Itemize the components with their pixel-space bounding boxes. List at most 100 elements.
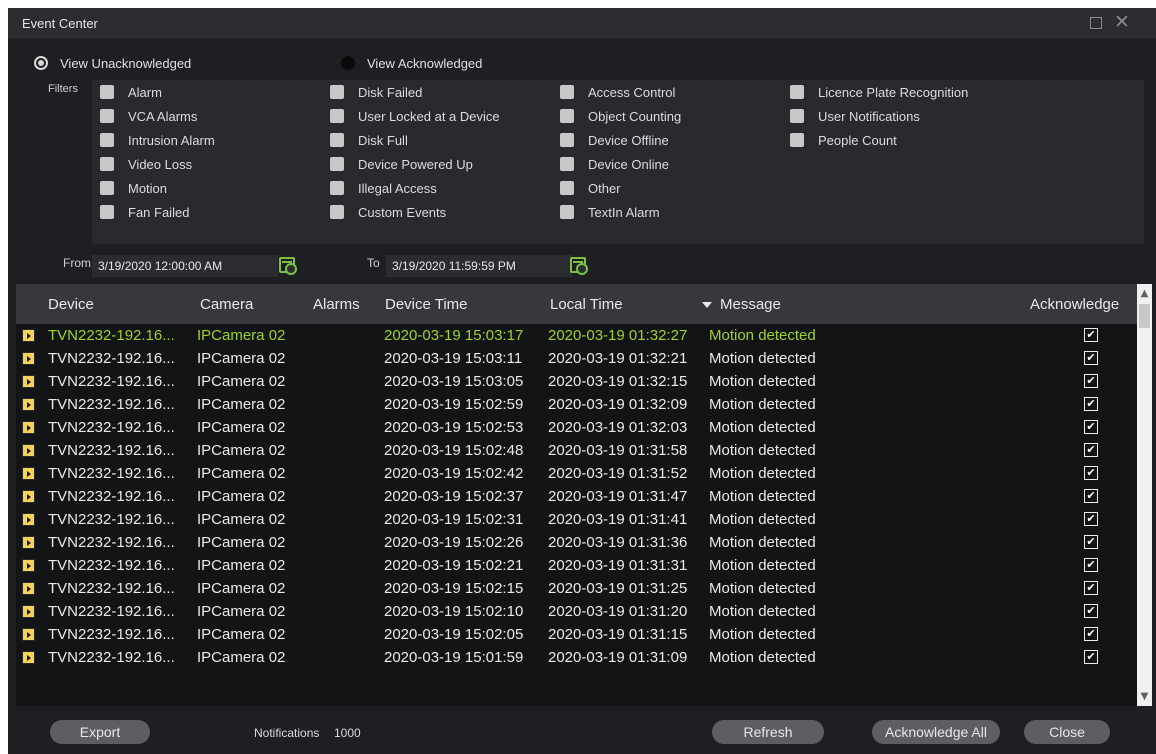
acknowledge-checkbox[interactable]: ✔	[1084, 512, 1098, 526]
filter-checkbox[interactable]	[790, 133, 804, 147]
table-row[interactable]: TVN2232-192.16... IPCamera 02 2020-03-19 1…	[16, 508, 1137, 531]
table-row[interactable]: TVN2232-192.16... IPCamera 02 2020-03-19 1…	[16, 600, 1137, 623]
acknowledge-checkbox[interactable]: ✔	[1084, 397, 1098, 411]
video-clip-icon[interactable]	[22, 536, 35, 549]
filter-option[interactable]: User Notifications	[790, 108, 920, 124]
filter-option[interactable]: Custom Events	[330, 204, 446, 220]
column-device[interactable]: Device	[48, 296, 94, 313]
filter-checkbox[interactable]	[330, 157, 344, 171]
acknowledge-checkbox[interactable]: ✔	[1084, 328, 1098, 342]
filter-option[interactable]: People Count	[790, 132, 897, 148]
filter-checkbox[interactable]	[100, 181, 114, 195]
filter-option[interactable]: Illegal Access	[330, 180, 437, 196]
filter-option[interactable]: Object Counting	[560, 108, 681, 124]
filter-checkbox[interactable]	[100, 157, 114, 171]
filter-option[interactable]: Disk Failed	[330, 84, 422, 100]
acknowledge-checkbox[interactable]: ✔	[1084, 420, 1098, 434]
table-row[interactable]: TVN2232-192.16... IPCamera 02 2020-03-19 1…	[16, 347, 1137, 370]
radio-unselected-icon[interactable]	[341, 56, 355, 70]
acknowledge-checkbox[interactable]: ✔	[1084, 466, 1098, 480]
view-acknowledged-option[interactable]: View Acknowledged	[341, 54, 482, 72]
acknowledge-checkbox[interactable]: ✔	[1084, 581, 1098, 595]
filter-checkbox[interactable]	[560, 85, 574, 99]
video-clip-icon[interactable]	[22, 329, 35, 342]
refresh-button[interactable]: Refresh	[712, 720, 824, 744]
acknowledge-checkbox[interactable]: ✔	[1084, 443, 1098, 457]
filter-option[interactable]: Video Loss	[100, 156, 192, 172]
filter-checkbox[interactable]	[790, 109, 804, 123]
filter-checkbox[interactable]	[560, 205, 574, 219]
filter-checkbox[interactable]	[330, 109, 344, 123]
filter-checkbox[interactable]	[330, 133, 344, 147]
video-clip-icon[interactable]	[22, 375, 35, 388]
filter-checkbox[interactable]	[330, 85, 344, 99]
view-unacknowledged-option[interactable]: View Unacknowledged	[34, 54, 191, 72]
filter-checkbox[interactable]	[790, 85, 804, 99]
to-calendar-icon[interactable]	[570, 257, 588, 275]
table-row[interactable]: TVN2232-192.16... IPCamera 02 2020-03-19 1…	[16, 393, 1137, 416]
column-message[interactable]: Message	[720, 296, 781, 313]
filter-checkbox[interactable]	[560, 109, 574, 123]
filter-option[interactable]: Motion	[100, 180, 167, 196]
filter-checkbox[interactable]	[560, 133, 574, 147]
to-date-field[interactable]: 3/19/2020 11:59:59 PM	[386, 255, 572, 277]
acknowledge-checkbox[interactable]: ✔	[1084, 489, 1098, 503]
video-clip-icon[interactable]	[22, 444, 35, 457]
filter-checkbox[interactable]	[100, 205, 114, 219]
filter-checkbox[interactable]	[330, 205, 344, 219]
table-row[interactable]: TVN2232-192.16... IPCamera 02 2020-03-19 1…	[16, 439, 1137, 462]
video-clip-icon[interactable]	[22, 352, 35, 365]
table-row[interactable]: TVN2232-192.16... IPCamera 02 2020-03-19 1…	[16, 416, 1137, 439]
scroll-up-icon[interactable]: ▲	[1137, 286, 1152, 301]
table-row[interactable]: TVN2232-192.16... IPCamera 02 2020-03-19 1…	[16, 646, 1137, 669]
table-row[interactable]: TVN2232-192.16... IPCamera 02 2020-03-19 1…	[16, 577, 1137, 600]
filter-option[interactable]: Device Online	[560, 156, 669, 172]
video-clip-icon[interactable]	[22, 513, 35, 526]
video-clip-icon[interactable]	[22, 605, 35, 618]
filter-option[interactable]: Licence Plate Recognition	[790, 84, 968, 100]
table-row[interactable]: TVN2232-192.16... IPCamera 02 2020-03-19 1…	[16, 370, 1137, 393]
video-clip-icon[interactable]	[22, 421, 35, 434]
filter-option[interactable]: Access Control	[560, 84, 675, 100]
video-clip-icon[interactable]	[22, 559, 35, 572]
filter-checkbox[interactable]	[560, 181, 574, 195]
filter-option[interactable]: Device Offline	[560, 132, 669, 148]
video-clip-icon[interactable]	[22, 582, 35, 595]
table-row[interactable]: TVN2232-192.16... IPCamera 02 2020-03-19 1…	[16, 462, 1137, 485]
scroll-down-icon[interactable]: ▼	[1137, 689, 1152, 704]
filter-option[interactable]: Intrusion Alarm	[100, 132, 215, 148]
export-button[interactable]: Export	[50, 720, 150, 744]
radio-selected-icon[interactable]	[34, 56, 48, 70]
table-row[interactable]: TVN2232-192.16... IPCamera 02 2020-03-19 1…	[16, 623, 1137, 646]
vertical-scrollbar[interactable]: ▲ ▼	[1137, 284, 1152, 706]
from-date-field[interactable]: 3/19/2020 12:00:00 AM	[92, 255, 278, 277]
video-clip-icon[interactable]	[22, 398, 35, 411]
acknowledge-checkbox[interactable]: ✔	[1084, 351, 1098, 365]
video-clip-icon[interactable]	[22, 467, 35, 480]
filter-option[interactable]: Other	[560, 180, 621, 196]
table-row[interactable]: TVN2232-192.16... IPCamera 02 2020-03-19 1…	[16, 554, 1137, 577]
acknowledge-checkbox[interactable]: ✔	[1084, 627, 1098, 641]
filter-option[interactable]: Alarm	[100, 84, 162, 100]
table-row[interactable]: TVN2232-192.16... IPCamera 02 2020-03-19 1…	[16, 324, 1137, 347]
maximize-icon[interactable]	[1090, 17, 1102, 29]
column-camera[interactable]: Camera	[200, 296, 253, 313]
filter-option[interactable]: Device Powered Up	[330, 156, 473, 172]
acknowledge-all-button[interactable]: Acknowledge All	[872, 720, 1000, 744]
from-calendar-icon[interactable]	[279, 257, 297, 275]
video-clip-icon[interactable]	[22, 651, 35, 664]
filter-checkbox[interactable]	[100, 85, 114, 99]
acknowledge-checkbox[interactable]: ✔	[1084, 535, 1098, 549]
filter-option[interactable]: User Locked at a Device	[330, 108, 500, 124]
acknowledge-checkbox[interactable]: ✔	[1084, 374, 1098, 388]
video-clip-icon[interactable]	[22, 490, 35, 503]
filter-option[interactable]: Fan Failed	[100, 204, 189, 220]
column-acknowledge[interactable]: Acknowledge	[1030, 296, 1119, 313]
column-device-time[interactable]: Device Time	[385, 296, 468, 313]
filter-checkbox[interactable]	[100, 133, 114, 147]
close-button[interactable]: Close	[1024, 720, 1110, 744]
acknowledge-checkbox[interactable]: ✔	[1084, 604, 1098, 618]
filter-option[interactable]: VCA Alarms	[100, 108, 197, 124]
filter-option[interactable]: Disk Full	[330, 132, 408, 148]
filter-checkbox[interactable]	[100, 109, 114, 123]
